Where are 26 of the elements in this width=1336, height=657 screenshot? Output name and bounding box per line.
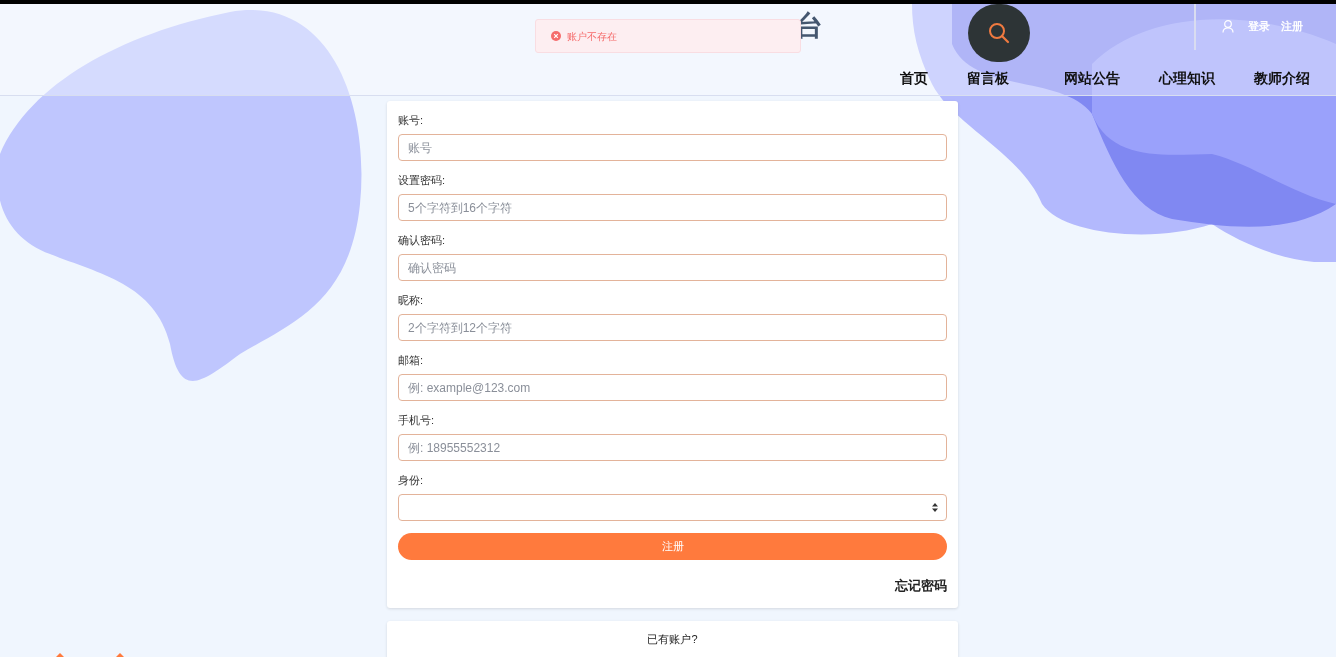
nav-link[interactable]: 留言板: [967, 68, 1009, 89]
field-label: 昵称:: [398, 293, 424, 308]
toast-message: 账户不存在: [567, 29, 617, 44]
input-field[interactable]: 5个字符到16个字符: [398, 194, 947, 221]
forgot-password-link[interactable]: 忘记密码: [895, 576, 947, 596]
field-label: 账号:: [398, 113, 424, 128]
input-field[interactable]: 账号: [398, 134, 947, 161]
select-field[interactable]: [398, 494, 947, 521]
nav-link[interactable]: 心理知识: [1159, 68, 1215, 89]
user-icon: [1222, 19, 1234, 33]
input-field[interactable]: 例: 18955552312: [398, 434, 947, 461]
field-label: 确认密码:: [398, 233, 446, 248]
field-label: 邮箱:: [398, 353, 424, 368]
field-label: 手机号:: [398, 413, 435, 428]
input-field[interactable]: 确认密码: [398, 254, 947, 281]
input-field[interactable]: 例: example@123.com: [398, 374, 947, 401]
field-label: 设置密码:: [398, 173, 446, 188]
field-label: 身份:: [398, 473, 424, 488]
error-icon: [551, 31, 561, 41]
input-field[interactable]: 2个字符到12个字符: [398, 314, 947, 341]
nav-link[interactable]: 网站公告: [1064, 68, 1120, 89]
updown-caret-icon: [932, 503, 938, 512]
login-prompt: 已有账户?: [647, 631, 698, 647]
search-icon: [988, 22, 1010, 44]
nav-link[interactable]: 首页: [900, 68, 928, 89]
nav-link[interactable]: 教师介绍: [1254, 68, 1310, 89]
